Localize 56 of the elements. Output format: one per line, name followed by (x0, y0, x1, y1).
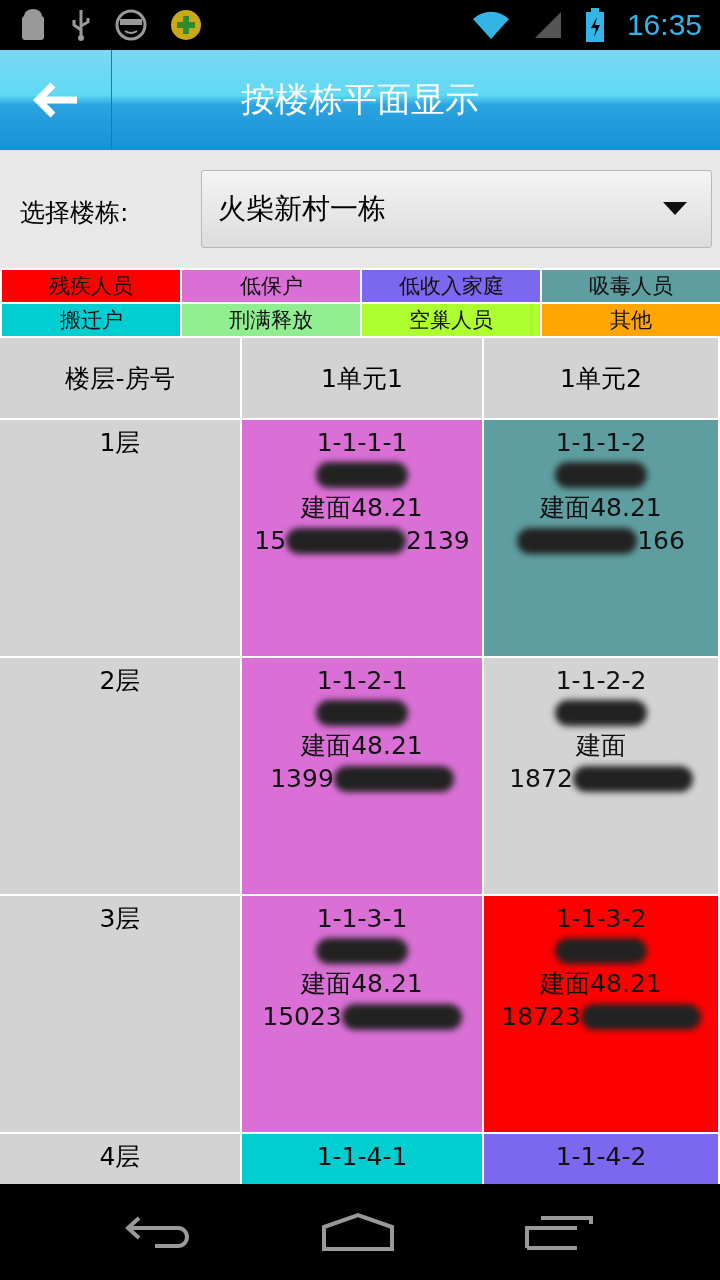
room-number: 1-1-3-1 (316, 903, 408, 935)
area-text: 建面 (576, 730, 626, 762)
room-number: 1-1-1-1 (316, 427, 408, 459)
back-icon[interactable] (125, 1214, 191, 1250)
wifi-icon (470, 9, 511, 41)
phone-suffix: 2139 (406, 525, 470, 557)
room-cell[interactable]: 1-1-1-2 建面48.21 166 (484, 420, 718, 656)
legend-item: 其他 (542, 304, 720, 336)
floor-cell: 4层 (0, 1134, 240, 1184)
room-number: 1-1-4-1 (316, 1141, 408, 1173)
home-icon[interactable] (321, 1212, 395, 1252)
clock-time: 16:35 (626, 8, 702, 42)
phone-prefix: 15023 (262, 1001, 342, 1033)
phone-suffix: 166 (637, 525, 685, 557)
room-cell[interactable]: 1-1-2-1 建面48.21 1399 (242, 658, 482, 894)
legend-item: 刑满释放 (182, 304, 360, 336)
dropdown-caret-icon (663, 202, 687, 216)
phone-prefix: 18723 (501, 1001, 581, 1033)
building-label: 选择楼栋: (20, 196, 130, 229)
room-cell[interactable]: 1-1-4-2 (484, 1134, 718, 1184)
column-header: 1单元1 (242, 338, 482, 418)
area-text: 建面48.21 (540, 968, 662, 1000)
room-cell[interactable]: 1-1-3-2 建面48.21 18723 (484, 896, 718, 1132)
column-header: 1单元2 (484, 338, 718, 418)
recent-apps-icon[interactable] (525, 1214, 595, 1250)
legend-item: 低保户 (182, 270, 360, 302)
column-header: 楼层-房号 (0, 338, 240, 418)
legend-item: 吸毒人员 (542, 270, 720, 302)
legend-item: 残疾人员 (2, 270, 180, 302)
phone-prefix: 1399 (270, 763, 334, 795)
back-arrow-icon (32, 82, 79, 118)
room-cell[interactable]: 1-1-4-1 (242, 1134, 482, 1184)
legend-item: 搬迁户 (2, 304, 180, 336)
room-cell[interactable]: 1-1-3-1 建面48.21 15023 (242, 896, 482, 1132)
room-number: 1-1-1-2 (555, 427, 647, 459)
usb-icon (70, 8, 92, 42)
room-number: 1-1-3-2 (555, 903, 647, 935)
legend-item: 低收入家庭 (362, 270, 540, 302)
legend-item: 空巢人员 (362, 304, 540, 336)
floor-cell: 3层 (0, 896, 240, 1132)
phone-prefix: 15 (254, 525, 287, 557)
area-text: 建面48.21 (301, 492, 423, 524)
area-text: 建面48.21 (301, 968, 423, 1000)
floor-cell: 2层 (0, 658, 240, 894)
area-text: 建面48.21 (540, 492, 662, 524)
room-cell[interactable]: 1-1-1-1 建面48.21 15 2139 (242, 420, 482, 656)
building-dropdown[interactable]: 火柴新村一栋 (201, 170, 712, 248)
floor-cell: 1层 (0, 420, 240, 656)
area-text: 建面48.21 (301, 730, 423, 762)
room-number: 1-1-4-2 (555, 1141, 647, 1173)
room-number: 1-1-2-1 (316, 665, 408, 697)
room-number: 1-1-2-2 (555, 665, 647, 697)
page-title: 按楼栋平面显示 (240, 78, 480, 121)
battery-icon (584, 8, 605, 42)
phone-prefix: 1872 (509, 763, 573, 795)
room-cell[interactable]: 1-1-2-2 建面 1872 (484, 658, 718, 894)
